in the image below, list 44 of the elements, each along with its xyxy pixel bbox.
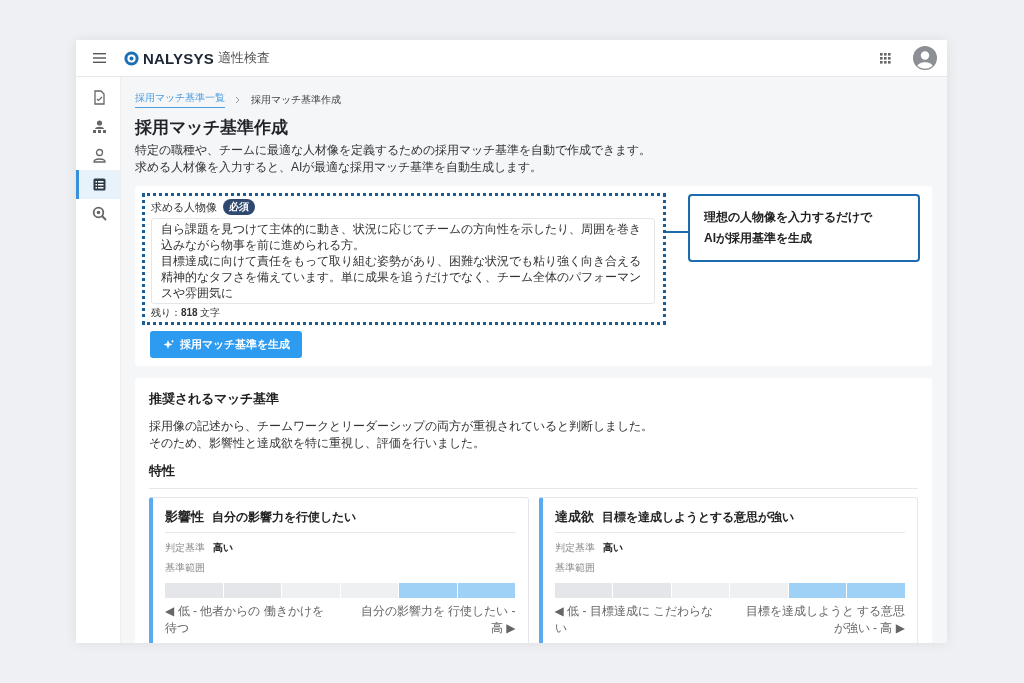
logo-icon [124, 50, 139, 66]
menu-icon[interactable] [93, 52, 106, 64]
generate-button[interactable]: 採用マッチ基準を生成 [150, 331, 302, 358]
trait-tagline: 自分の影響力を行使したい [212, 509, 356, 526]
range-label: 基準範囲 [554, 561, 596, 575]
sparkle-icon [162, 339, 175, 350]
avatar-icon[interactable] [913, 46, 937, 70]
list-icon [92, 177, 107, 192]
trait-name: 影響性 [165, 508, 204, 526]
section-title: 推奨されるマッチ基準 [149, 390, 280, 408]
judge-label: 判定基準 [554, 541, 595, 555]
judge-value: 高い [213, 541, 233, 555]
page-title: 採用マッチ基準作成 [135, 117, 289, 139]
page-description: 特定の職種や、チームに最適な人材像を定義するための採用マッチ基準を自動で作成できます。 [135, 142, 652, 159]
high-label: 目標を達成しようと する意思が強い - 高 ▶ [744, 603, 905, 637]
document-check-icon [92, 90, 107, 105]
search-icon [92, 206, 107, 221]
person-icon [92, 148, 107, 163]
product-name: 適性検査 [217, 49, 270, 67]
sidebar-item[interactable] [76, 170, 120, 199]
section-heading: 特性 [149, 462, 918, 489]
required-badge: 必須 [223, 199, 255, 215]
field-label: 求める人物像 [151, 199, 217, 215]
result-text: 採用像の記述から、チームワークとリーダーシップの両方が重視されていると判断しました。 [149, 418, 654, 435]
page-description: 求める人材像を入力すると、AIが最適な採用マッチ基準を自動生成します。 [135, 159, 544, 176]
trait-tagline: 目標を達成しようとする意思が強い [601, 509, 794, 526]
char-count: 残り：818 文字 [151, 306, 222, 320]
callout-text: 理想の人物像を入力するだけで [704, 209, 874, 226]
input-field[interactable]: 自ら課題を見つけて主体的に動き、状況に応じてチームの方向性を示したり、周囲を巻き込みながら物事を前に進められる方。 目標達成に向けて責任をもって取り組む姿勢があり、困難な状況でも粘り強く向き合える精神的なタフさを備えています。単に成果を追うだけでなく、チーム全体のパフォーマンスや雰囲気に [151, 218, 655, 304]
judge-value: 高い [602, 541, 623, 555]
apps-grid-icon[interactable] [880, 52, 891, 64]
breadcrumb-current: 採用マッチ基準作成 [251, 92, 341, 107]
team-icon [92, 119, 107, 134]
low-label: ◀ 低 - 他者からの 働きかけを待つ [165, 603, 325, 637]
low-label: ◀ 低 - 目標達成に こだわらない [554, 603, 715, 637]
breadcrumb-link[interactable]: 採用マッチ基準一覧 [135, 91, 225, 108]
high-label: 自分の影響力を 行使したい - 高 ▶ [359, 603, 516, 637]
brand-name: NALYSYS [143, 49, 214, 67]
chevron-icon [235, 95, 241, 104]
callout-text: AIが採用基準を生成 [704, 230, 813, 247]
result-text: そのため、影響性と達成欲を特に重視し、評価を行いました。 [149, 435, 486, 452]
trait-name: 達成欲 [554, 508, 594, 526]
judge-label: 判定基準 [165, 541, 205, 555]
range-label: 基準範囲 [165, 561, 206, 575]
